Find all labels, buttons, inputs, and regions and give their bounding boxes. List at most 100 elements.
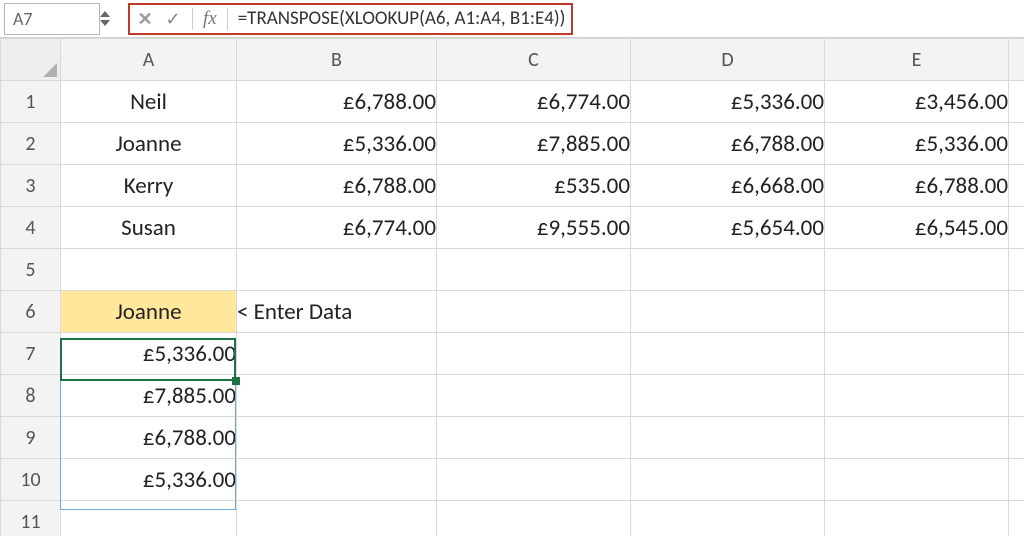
row-header[interactable]: 4: [1, 207, 61, 249]
cell-C7[interactable]: [437, 333, 631, 375]
cell-D6[interactable]: [631, 291, 825, 333]
row-10: 10 £5,336.00: [1, 459, 1024, 501]
cell-F4[interactable]: [1009, 207, 1024, 249]
select-all-corner[interactable]: [1, 39, 61, 81]
cell-B4[interactable]: £6,774.00: [237, 207, 437, 249]
row-header[interactable]: 11: [1, 501, 61, 536]
formula-group-highlight: ✕ ✓ fx =TRANSPOSE(XLOOKUP(A6, A1:A4, B1:…: [128, 3, 573, 35]
cell-F2[interactable]: [1009, 123, 1024, 165]
cell-A11[interactable]: [61, 501, 237, 536]
cell-F8[interactable]: [1009, 375, 1024, 417]
chevron-up-icon: [100, 11, 110, 17]
cell-B9[interactable]: [237, 417, 437, 459]
cell-A6[interactable]: Joanne: [61, 291, 237, 333]
cell-E5[interactable]: [825, 249, 1009, 291]
cell-D9[interactable]: [631, 417, 825, 459]
cell-A2[interactable]: Joanne: [61, 123, 237, 165]
cell-B10[interactable]: [237, 459, 437, 501]
formula-input[interactable]: =TRANSPOSE(XLOOKUP(A6, A1:A4, B1:E4)): [238, 7, 566, 30]
cell-B8[interactable]: [237, 375, 437, 417]
cell-C8[interactable]: [437, 375, 631, 417]
cell-A9[interactable]: £6,788.00: [61, 417, 237, 459]
col-header-D[interactable]: D: [631, 39, 825, 81]
cell-B6[interactable]: < Enter Data: [237, 291, 437, 333]
cell-D1[interactable]: £5,336.00: [631, 81, 825, 123]
row-header[interactable]: 9: [1, 417, 61, 459]
cell-A10[interactable]: £5,336.00: [61, 459, 237, 501]
cell-C5[interactable]: [437, 249, 631, 291]
cell-C11[interactable]: [437, 501, 631, 536]
name-box[interactable]: A7: [4, 3, 100, 35]
col-header-B[interactable]: B: [237, 39, 437, 81]
cancel-icon[interactable]: ✕: [136, 8, 154, 30]
cell-C10[interactable]: [437, 459, 631, 501]
cell-C2[interactable]: £7,885.00: [437, 123, 631, 165]
cell-C6[interactable]: [437, 291, 631, 333]
cell-B5[interactable]: [237, 249, 437, 291]
cell-F1[interactable]: [1009, 81, 1024, 123]
cell-C4[interactable]: £9,555.00: [437, 207, 631, 249]
row-header[interactable]: 10: [1, 459, 61, 501]
cell-E3[interactable]: £6,788.00: [825, 165, 1009, 207]
cell-B11[interactable]: [237, 501, 437, 536]
row-9: 9 £6,788.00: [1, 417, 1024, 459]
row-header[interactable]: 7: [1, 333, 61, 375]
cell-E8[interactable]: [825, 375, 1009, 417]
cell-A4[interactable]: Susan: [61, 207, 237, 249]
cell-A3[interactable]: Kerry: [61, 165, 237, 207]
row-header[interactable]: 3: [1, 165, 61, 207]
cell-B1[interactable]: £6,788.00: [237, 81, 437, 123]
col-header-E[interactable]: E: [825, 39, 1009, 81]
cell-B7[interactable]: [237, 333, 437, 375]
cell-D2[interactable]: £6,788.00: [631, 123, 825, 165]
cell-D10[interactable]: [631, 459, 825, 501]
row-header[interactable]: 2: [1, 123, 61, 165]
cell-E10[interactable]: [825, 459, 1009, 501]
row-header[interactable]: 6: [1, 291, 61, 333]
cell-E6[interactable]: [825, 291, 1009, 333]
cell-A1[interactable]: Neil: [61, 81, 237, 123]
cell-F9[interactable]: [1009, 417, 1024, 459]
row-header[interactable]: 1: [1, 81, 61, 123]
fill-handle[interactable]: [232, 377, 240, 385]
cell-F6[interactable]: [1009, 291, 1024, 333]
cell-D4[interactable]: £5,654.00: [631, 207, 825, 249]
col-header-A[interactable]: A: [61, 39, 237, 81]
cell-C3[interactable]: £535.00: [437, 165, 631, 207]
cell-D3[interactable]: £6,668.00: [631, 165, 825, 207]
cell-F10[interactable]: [1009, 459, 1024, 501]
cell-B2[interactable]: £5,336.00: [237, 123, 437, 165]
cell-F11[interactable]: [1009, 501, 1024, 536]
row-header[interactable]: 8: [1, 375, 61, 417]
cell-C1[interactable]: £6,774.00: [437, 81, 631, 123]
cell-E4[interactable]: £6,545.00: [825, 207, 1009, 249]
cell-E11[interactable]: [825, 501, 1009, 536]
cell-D11[interactable]: [631, 501, 825, 536]
cell-A5[interactable]: [61, 249, 237, 291]
col-header-F[interactable]: F: [1009, 39, 1024, 81]
cell-F3[interactable]: [1009, 165, 1024, 207]
row-5: 5: [1, 249, 1024, 291]
col-header-C[interactable]: C: [437, 39, 631, 81]
row-header[interactable]: 5: [1, 249, 61, 291]
cell-A8[interactable]: £7,885.00: [61, 375, 237, 417]
formula-bar: A7 ✕ ✓ fx =TRANSPOSE(XLOOKUP(A6, A1:A4, …: [0, 0, 1024, 38]
cell-E1[interactable]: £3,456.00: [825, 81, 1009, 123]
cell-F7[interactable]: [1009, 333, 1024, 375]
cell-B3[interactable]: £6,788.00: [237, 165, 437, 207]
cell-E9[interactable]: [825, 417, 1009, 459]
accept-icon[interactable]: ✓: [164, 8, 182, 30]
cell-E7[interactable]: [825, 333, 1009, 375]
cell-F5[interactable]: [1009, 249, 1024, 291]
fx-icon[interactable]: fx: [203, 8, 217, 30]
cell-A7[interactable]: £5,336.00: [61, 333, 237, 375]
separator: [192, 8, 193, 30]
cell-E2[interactable]: £5,336.00: [825, 123, 1009, 165]
cell-D8[interactable]: [631, 375, 825, 417]
name-box-spinner[interactable]: [100, 3, 120, 35]
spreadsheet-grid[interactable]: A B C D E F 1 Neil £6,788.00 £6,774.00 £…: [0, 38, 1024, 536]
cell-C9[interactable]: [437, 417, 631, 459]
cell-D7[interactable]: [631, 333, 825, 375]
cell-D5[interactable]: [631, 249, 825, 291]
chevron-down-icon: [100, 20, 110, 26]
